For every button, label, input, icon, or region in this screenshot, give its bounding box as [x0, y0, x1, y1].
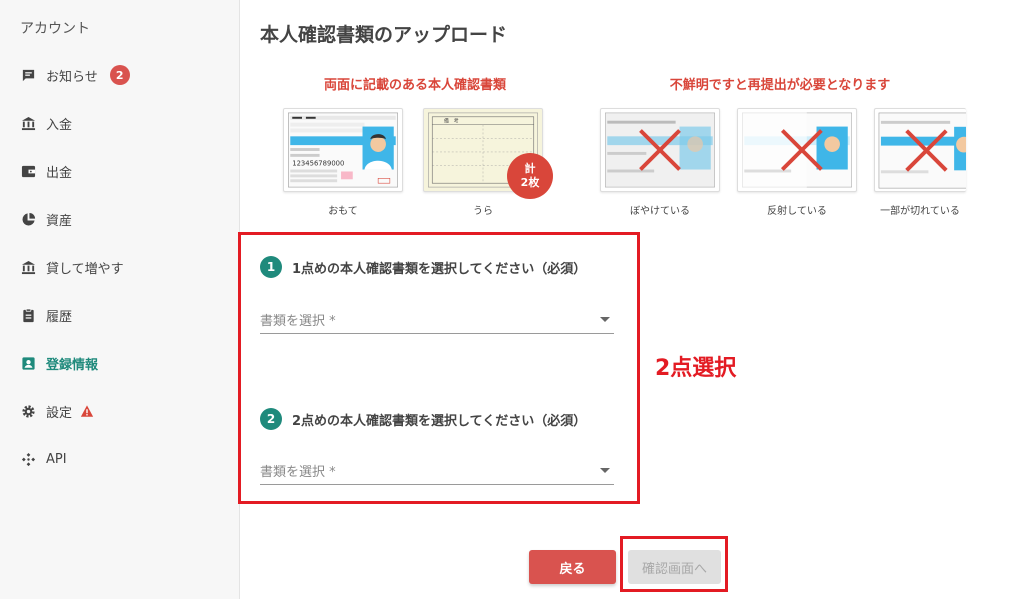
sidebar-item-label: 資産 [46, 213, 73, 229]
notification-badge: 2 [109, 65, 130, 85]
step2-title: 2 2点めの本人確認書類を選択してください（必須） [260, 408, 586, 430]
count-badge: 計 2枚 [507, 153, 553, 199]
sample-caption: うら [473, 206, 493, 217]
annotation-text: 2点選択 [655, 356, 737, 381]
bank-icon [20, 115, 36, 131]
sidebar-item-label: 登録情報 [46, 357, 99, 373]
warning-icon [80, 405, 94, 417]
sidebar-item-registration[interactable]: 登録情報 [0, 343, 240, 383]
count-badge-line1: 計 [524, 162, 536, 175]
sidebar-item-api[interactable]: API [0, 439, 240, 479]
good-example-label: 両面に記載のある本人確認書類 [323, 78, 506, 93]
sidebar-item-assets[interactable]: 資産 [0, 199, 240, 239]
account-box-icon [20, 355, 36, 371]
sidebar-item-notifications[interactable]: お知らせ 2 [0, 55, 240, 95]
document2-placeholder: 書類を選択 * [260, 465, 336, 480]
sample-caption: ぼやけている [630, 206, 690, 217]
step1-number: 1 [260, 256, 282, 278]
wallet-icon [20, 163, 36, 179]
sidebar-item-settings[interactable]: 設定 [0, 391, 240, 431]
sample-caption: 反射している [767, 206, 827, 217]
sidebar-item-lending[interactable]: 貸して増やす [0, 247, 240, 287]
sidebar-item-label: API [46, 451, 67, 467]
sidebar-item-label: 履歴 [46, 309, 73, 325]
card-back-header: 備 考 [444, 118, 459, 125]
message-icon [20, 67, 36, 83]
sidebar: アカウント お知らせ 2 入金 出金 資産 貸して増やす 履歴 登録情報 設定 … [0, 0, 240, 599]
sample-caption: 一部が切れている [880, 206, 960, 217]
clipboard-icon [20, 307, 36, 323]
bank-icon [20, 259, 36, 275]
document1-select[interactable]: 書類を選択 * [260, 306, 614, 334]
sample-id-blurry [600, 108, 720, 192]
chevron-down-icon [600, 468, 610, 473]
sidebar-item-deposit[interactable]: 入金 [0, 103, 240, 143]
step2-number: 2 [260, 408, 282, 430]
sidebar-item-history[interactable]: 履歴 [0, 295, 240, 335]
document2-select[interactable]: 書類を選択 * [260, 457, 614, 485]
api-icon [20, 451, 36, 467]
sidebar-item-label: 設定 [46, 405, 73, 421]
step1-title: 1 1点めの本人確認書類を選択してください（必須） [260, 256, 586, 278]
card-number: 123456789000 [292, 160, 344, 168]
step1-label: 1点めの本人確認書類を選択してください（必須） [292, 261, 587, 277]
confirm-button[interactable]: 確認画面へ [628, 550, 721, 584]
document1-placeholder: 書類を選択 * [260, 314, 336, 329]
sidebar-item-label: 入金 [46, 117, 73, 133]
sample-id-front: 123456789000 [283, 108, 403, 192]
sidebar-item-withdraw[interactable]: 出金 [0, 151, 240, 191]
sample-id-reflection [737, 108, 857, 192]
gear-icon [20, 403, 36, 419]
step2-label: 2点めの本人確認書類を選択してください（必須） [292, 413, 587, 429]
bad-example-label: 不鮮明ですと再提出が必要となります [669, 78, 891, 93]
sample-id-cutoff [874, 108, 966, 192]
count-badge-line2: 2枚 [520, 176, 540, 189]
chevron-down-icon [600, 317, 610, 322]
sidebar-item-label: 貸して増やす [46, 261, 124, 277]
sidebar-title: アカウント [20, 21, 90, 37]
back-button[interactable]: 戻る [529, 550, 616, 584]
sample-caption: おもて [328, 206, 358, 217]
page-title: 本人確認書類のアップロード [260, 24, 508, 46]
pie-chart-icon [20, 211, 36, 227]
sidebar-item-label: お知らせ [46, 69, 98, 85]
sidebar-item-label: 出金 [46, 165, 73, 181]
